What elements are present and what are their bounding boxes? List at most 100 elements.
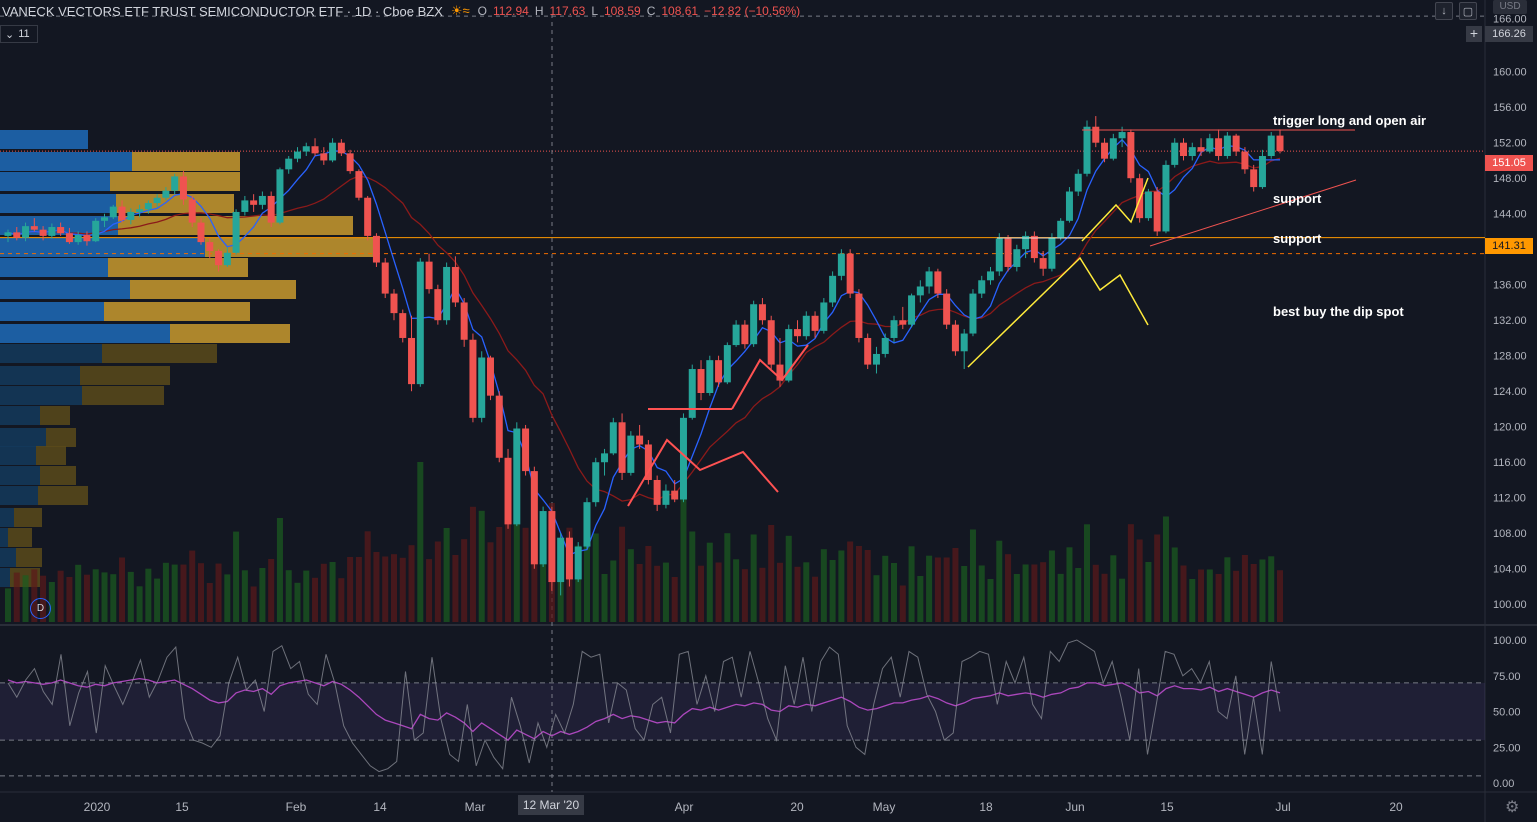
volume-bar [1154, 534, 1161, 622]
candle-body [1109, 138, 1117, 159]
volume-profile-gold-13 [40, 406, 70, 425]
time-tick-7: May [873, 800, 896, 814]
time-tick-8: 18 [979, 800, 993, 814]
candle-body [451, 266, 459, 303]
candle-body [908, 295, 916, 325]
restore-icon[interactable]: ▢ [1459, 2, 1477, 20]
rsi-tick-3: 25.00 [1493, 742, 1521, 754]
candle-body [837, 253, 845, 276]
volume-bar [1268, 556, 1275, 622]
candle-body [706, 360, 714, 394]
volume-bar [1075, 568, 1082, 622]
high-key: H [534, 4, 544, 18]
volume-profile-blue-2 [0, 172, 110, 191]
volume-bar [487, 542, 494, 622]
volume-bar [873, 575, 880, 622]
candle-body [390, 293, 398, 314]
volume-bar [180, 564, 187, 622]
lot-dropdown[interactable]: ⌄ 11 [0, 25, 38, 43]
volume-profile-gold-11 [80, 366, 170, 385]
volume-bar [215, 563, 222, 622]
volume-bar [662, 562, 669, 622]
candle-body [601, 453, 609, 463]
volume-bar [636, 564, 643, 622]
volume-bar [206, 583, 213, 622]
price-chart[interactable]: 166.00164.00160.00156.00152.00148.00144.… [0, 0, 1537, 822]
volume-bar [978, 565, 985, 622]
candle-body [223, 252, 231, 266]
indicator-badge[interactable]: D [30, 598, 51, 619]
price-tick-15: 108.00 [1493, 528, 1527, 540]
lot-value: 11 [18, 28, 30, 40]
volume-bar [1101, 573, 1108, 622]
sun-icon: ☀≈ [450, 3, 470, 18]
volume-bar [1259, 559, 1266, 622]
candle-body [1232, 135, 1240, 152]
annotation-1: support [1273, 191, 1322, 206]
candle-body [767, 320, 775, 365]
volume-bar [136, 586, 143, 622]
volume-bar [48, 582, 55, 622]
price-tag-last: 151.05 [1485, 155, 1533, 171]
time-tick-3: 14 [373, 800, 387, 814]
candle-body [750, 304, 758, 345]
volume-bar [5, 588, 11, 622]
candle-body [416, 261, 424, 385]
volume-bar [1022, 564, 1029, 622]
candle-body [978, 280, 986, 294]
volume-bar [698, 565, 705, 622]
candle-body [346, 153, 354, 172]
open-value: 112.94 [493, 4, 529, 18]
add-alert-plus-icon[interactable]: + [1466, 26, 1482, 42]
time-tick-12: 20 [1389, 800, 1403, 814]
currency-badge[interactable]: USD [1493, 0, 1527, 14]
symbol-title[interactable]: VANECK VECTORS ETF TRUST SEMICONDUCTOR E… [0, 4, 443, 19]
time-tick-4: Mar [465, 800, 486, 814]
candle-body [1065, 191, 1073, 221]
candle-body [13, 232, 21, 238]
volume-bar [768, 525, 775, 622]
volume-bar [838, 550, 845, 622]
volume-bar [1136, 539, 1143, 622]
volume-bar [154, 578, 161, 622]
volume-bar [478, 510, 485, 622]
volume-bar [610, 560, 617, 622]
arrow-down-icon[interactable]: ↓ [1435, 2, 1453, 20]
candle-body [618, 422, 626, 473]
volume-bar [1189, 579, 1196, 622]
volume-bar [1241, 555, 1248, 622]
volume-bar [233, 531, 240, 622]
gear-icon[interactable]: ⚙ [1505, 797, 1519, 817]
candle-body [381, 262, 389, 294]
candle-body [206, 242, 214, 251]
volume-bar [969, 529, 976, 622]
volume-bar [627, 549, 634, 622]
volume-profile-blue-12 [0, 386, 82, 405]
crosshair-date-label: 12 Mar '20 [518, 795, 584, 815]
volume-bar [583, 543, 590, 622]
candle-body [329, 142, 337, 161]
volume-bar [1250, 564, 1257, 622]
volume-bar [390, 554, 397, 622]
volume-bar [645, 546, 652, 622]
price-tick-10: 128.00 [1493, 351, 1527, 363]
time-tick-9: Jun [1065, 800, 1084, 814]
volume-profile-gold-12 [82, 386, 164, 405]
candle-body [83, 235, 91, 242]
volume-bar [285, 570, 292, 622]
candle-body [1127, 132, 1135, 179]
volume-bar [259, 568, 266, 622]
candle-body [530, 471, 538, 565]
candle-body [118, 206, 126, 220]
volume-bar [101, 572, 108, 622]
volume-bar [899, 585, 906, 622]
candle-body [741, 324, 749, 345]
candle-body [408, 337, 416, 385]
candle-body [22, 226, 30, 238]
candle-body [1048, 237, 1056, 269]
volume-bar [759, 567, 766, 622]
price-tick-13: 116.00 [1493, 457, 1526, 469]
volume-bar [443, 528, 450, 622]
candle-body [679, 417, 687, 500]
rsi-tick-4: 0.00 [1493, 778, 1514, 790]
